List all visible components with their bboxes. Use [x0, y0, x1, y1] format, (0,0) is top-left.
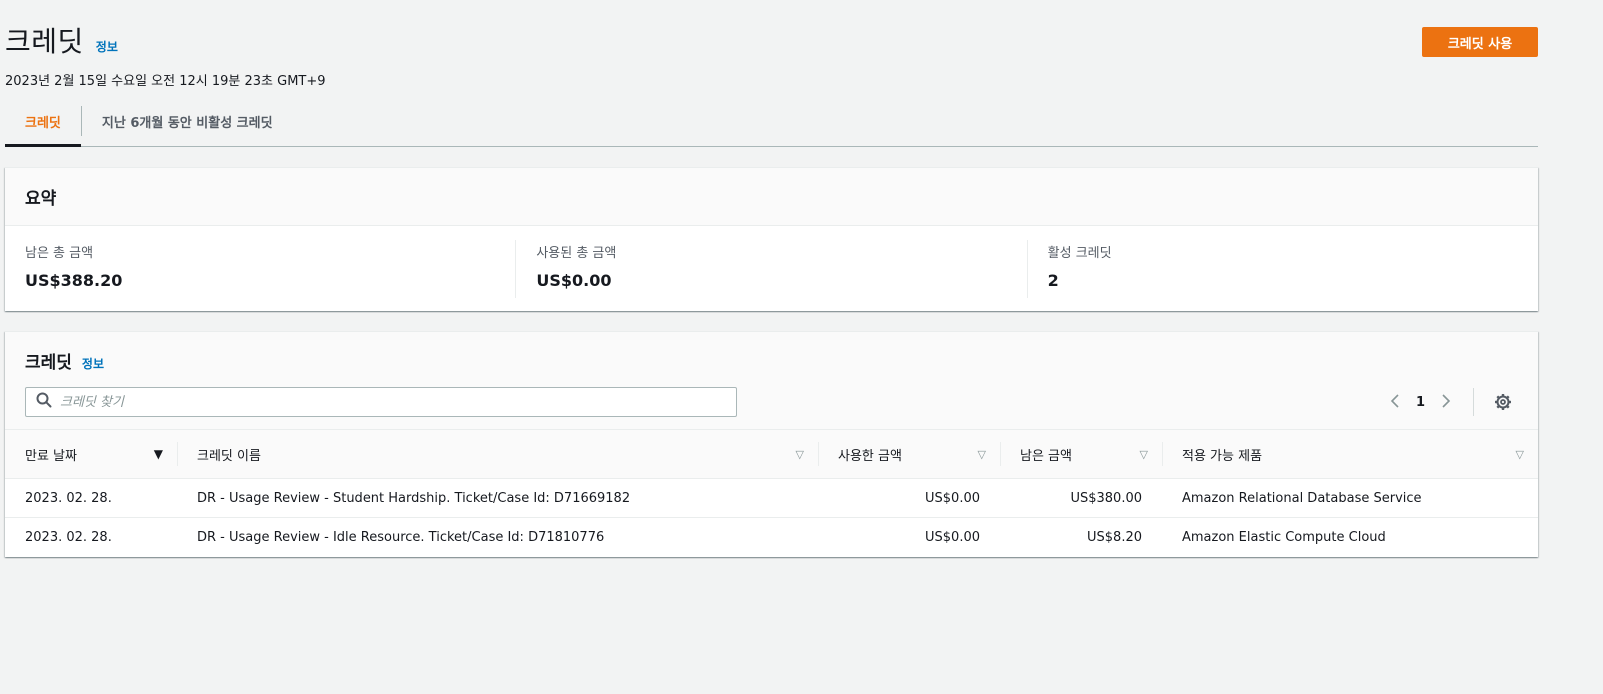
credits-page: 크레딧 정보 2023년 2월 15일 수요일 오전 12시 19분 23초 G… — [0, 0, 1603, 694]
info-link[interactable]: 정보 — [96, 38, 118, 55]
summary-label: 활성 크레딧 — [1047, 246, 1112, 261]
summary-grid: 남은 총 금액 US$388.20 사용된 총 금액 US$0.00 활성 크레… — [5, 226, 1538, 298]
caret-down-outline-icon[interactable]: ▽ — [1140, 448, 1148, 461]
search-box[interactable] — [25, 387, 737, 417]
cell-remaining: US$380.00 — [1070, 490, 1142, 506]
redeem-credit-button[interactable]: 크레딧 사용 — [1422, 27, 1538, 57]
column-label: 사용한 금액 — [838, 448, 902, 464]
tab-bar: 크레딧 지난 6개월 동안 비활성 크레딧 — [5, 96, 1538, 147]
cell-expiry: 2023. 02. 28. — [25, 529, 112, 545]
cell-product: Amazon Relational Database Service — [1182, 490, 1422, 506]
search-input[interactable] — [60, 394, 736, 410]
caret-down-filled-icon[interactable]: ▼ — [154, 447, 163, 461]
column-expiry[interactable]: 만료 날짜 ▼ — [5, 430, 177, 479]
summary-remaining: 남은 총 금액 US$388.20 — [5, 240, 515, 298]
pager-divider — [1473, 388, 1474, 416]
tab-inactive-credits[interactable]: 지난 6개월 동안 비활성 크레딧 — [82, 96, 293, 146]
caret-down-outline-icon[interactable]: ▽ — [978, 448, 986, 461]
summary-value: 2 — [1047, 271, 1059, 290]
page-header: 크레딧 정보 2023년 2월 15일 수요일 오전 12시 19분 23초 G… — [5, 20, 1538, 90]
column-label: 크레딧 이름 — [197, 448, 261, 464]
summary-value: US$388.20 — [25, 271, 123, 290]
cell-remaining: US$8.20 — [1087, 529, 1142, 545]
credits-title-row: 크레딧 정보 — [25, 348, 1518, 373]
table-row: 2023. 02. 28. DR - Usage Review - Studen… — [5, 479, 1538, 518]
chevron-left-icon[interactable] — [1388, 390, 1402, 414]
credits-panel: 크레딧 정보 1 — [5, 331, 1538, 557]
column-label: 만료 날짜 — [25, 448, 77, 464]
summary-label: 사용된 총 금액 — [536, 246, 617, 261]
summary-active-count: 활성 크레딧 2 — [1026, 240, 1538, 298]
cell-name: DR - Usage Review - Idle Resource. Ticke… — [197, 529, 605, 545]
search-icon — [36, 392, 52, 412]
cell-used: US$0.00 — [925, 490, 980, 506]
title-row: 크레딧 정보 — [5, 20, 1538, 60]
gear-icon[interactable] — [1494, 393, 1512, 411]
tab-credits[interactable]: 크레딧 — [5, 96, 81, 147]
summary-used: 사용된 총 금액 US$0.00 — [515, 240, 1026, 298]
summary-title: 요약 — [25, 189, 57, 209]
column-label: 적용 가능 제품 — [1182, 448, 1263, 464]
caret-down-outline-icon[interactable]: ▽ — [796, 448, 804, 461]
caret-down-outline-icon[interactable]: ▽ — [1516, 448, 1524, 461]
page-number[interactable]: 1 — [1416, 395, 1425, 410]
credits-table: 만료 날짜 ▼ 크레딧 이름 ▽ 사용한 금액 ▽ 남은 금액 ▽ 적용 가능 제품 ▽ … — [5, 430, 1538, 557]
column-label: 남은 금액 — [1020, 448, 1072, 464]
summary-label: 남은 총 금액 — [25, 246, 94, 261]
column-remaining[interactable]: 남은 금액 ▽ — [1000, 430, 1162, 479]
summary-value: US$0.00 — [536, 271, 612, 290]
credits-title: 크레딧 — [25, 353, 72, 373]
summary-header: 요약 — [5, 168, 1538, 226]
page-datetime: 2023년 2월 15일 수요일 오전 12시 19분 23초 GMT+9 — [5, 74, 326, 89]
column-products[interactable]: 적용 가능 제품 ▽ — [1162, 430, 1538, 479]
cell-product: Amazon Elastic Compute Cloud — [1182, 529, 1386, 545]
table-header-row: 만료 날짜 ▼ 크레딧 이름 ▽ 사용한 금액 ▽ 남은 금액 ▽ 적용 가능 제품 ▽ — [5, 430, 1538, 479]
credits-header: 크레딧 정보 1 — [5, 332, 1538, 430]
credits-info-link[interactable]: 정보 — [82, 355, 104, 372]
page-title: 크레딧 — [5, 25, 84, 58]
column-used[interactable]: 사용한 금액 ▽ — [818, 430, 1000, 479]
cell-used: US$0.00 — [925, 529, 980, 545]
chevron-right-icon[interactable] — [1439, 390, 1453, 414]
summary-panel: 요약 남은 총 금액 US$388.20 사용된 총 금액 US$0.00 활성… — [5, 167, 1538, 311]
column-name[interactable]: 크레딧 이름 ▽ — [177, 430, 818, 479]
pagination: 1 — [1388, 388, 1512, 416]
cell-name: DR - Usage Review - Student Hardship. Ti… — [197, 490, 631, 506]
credits-toolbar: 1 — [25, 387, 1518, 417]
table-row: 2023. 02. 28. DR - Usage Review - Idle R… — [5, 518, 1538, 557]
cell-expiry: 2023. 02. 28. — [25, 490, 112, 506]
